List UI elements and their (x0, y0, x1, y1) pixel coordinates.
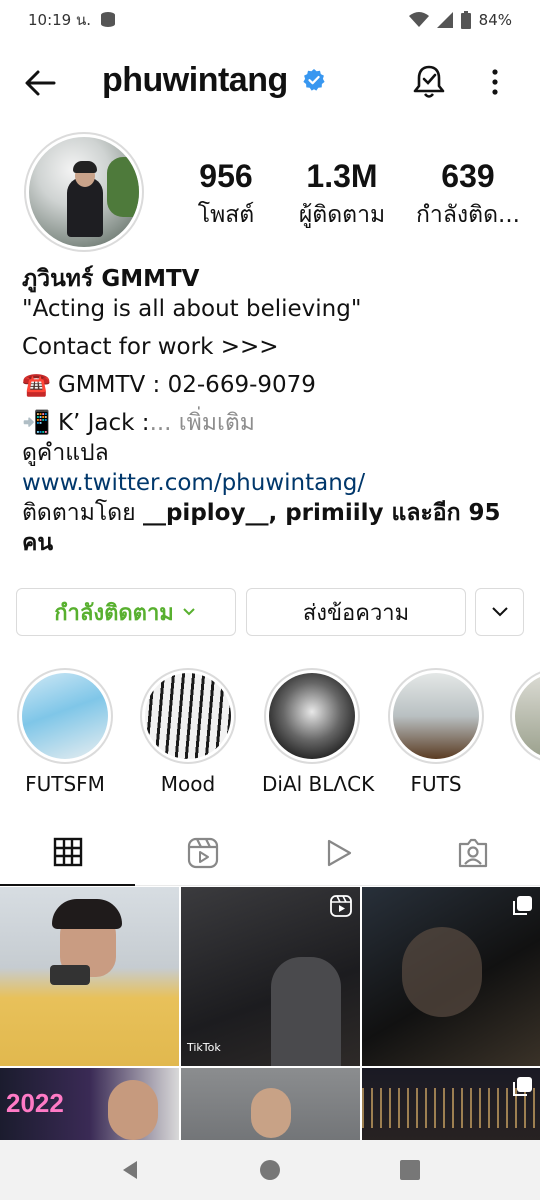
post-thumbnail[interactable] (362, 1068, 540, 1140)
bio-contact: Contact for work >>> (22, 334, 279, 360)
stat-followers-label: ผู้ติดตาม (298, 202, 386, 228)
more-options-icon[interactable] (484, 67, 506, 97)
suggested-accounts-button[interactable] (475, 588, 524, 636)
bio-more-link[interactable]: ... เพิ่มเติม (150, 410, 255, 436)
followed-by-users: __piploy__, primiily (142, 500, 384, 526)
story-highlights: FUTSFM Mood DiAl BLΛCK FUTS (0, 668, 540, 798)
reels-icon (187, 837, 218, 869)
highlight-label: FUTS (410, 772, 462, 796)
profile-avatar[interactable] (24, 132, 144, 252)
carousel-icon (513, 896, 532, 915)
profile-header: phuwintang (0, 55, 540, 111)
reels-icon (330, 895, 352, 917)
highlight-item[interactable]: DiAl BLΛCK (262, 668, 375, 796)
notification-bell-icon[interactable] (412, 63, 446, 101)
message-button[interactable]: ส่งข้อความ (246, 588, 466, 636)
highlight-cover (22, 673, 108, 759)
system-nav-bar (0, 1140, 540, 1200)
back-arrow-icon[interactable] (22, 65, 58, 101)
bio-phone: ☎️ GMMTV : 02-669-9079 (22, 372, 316, 398)
highlight-cover (515, 673, 540, 759)
stat-posts-value: 956 (199, 158, 253, 194)
followed-by[interactable]: ติดตามโดย __piploy__, primiily และอีก 95 (22, 498, 522, 528)
following-button[interactable]: กำลังติดตาม (16, 588, 236, 636)
stat-following-value: 639 (441, 158, 495, 194)
post-thumbnail[interactable]: 2022 (0, 1068, 179, 1140)
stat-following[interactable]: 639 กำลังติด... (410, 158, 526, 233)
bio-jack: 📲 K’ Jack : (22, 410, 150, 436)
highlight-label: DiAl BLΛCK (262, 772, 375, 796)
grid-icon (53, 837, 82, 867)
battery-percent: 84% (478, 11, 512, 29)
post-thumbnail[interactable] (0, 887, 179, 1066)
nav-back-icon[interactable] (119, 1159, 141, 1181)
stat-following-label: กำลังติด... (416, 202, 520, 228)
verified-badge-icon (303, 69, 325, 91)
play-icon (327, 839, 351, 867)
stat-followers-value: 1.3M (306, 158, 378, 194)
highlight-item[interactable] (508, 668, 540, 772)
highlight-label: Mood (160, 772, 216, 796)
followed-by-prefix: ติดตามโดย (22, 500, 143, 526)
status-bar: 10:19 น. 84% (0, 0, 540, 40)
chevron-down-icon (183, 608, 195, 616)
display-name: ภูวินทร์ GMMTV (22, 266, 200, 292)
tab-grid[interactable] (0, 820, 135, 886)
tab-reels[interactable] (135, 820, 270, 886)
highlight-label: FUTSFM (25, 772, 105, 796)
nav-recents-icon[interactable] (399, 1159, 421, 1181)
profile-bio: ภูวินทร์ GMMTV "Acting is all about beli… (22, 264, 522, 558)
tab-videos[interactable] (270, 820, 405, 886)
website-link[interactable]: www.twitter.com/phuwintang/ (22, 468, 522, 498)
stat-posts-label: โพสต์ (197, 202, 255, 228)
post-year-text: 2022 (6, 1088, 64, 1118)
chevron-down-icon (491, 607, 508, 617)
profile-tabs (0, 820, 540, 886)
profile-actions: กำลังติดตาม ส่งข้อความ (16, 588, 524, 636)
profile-stats: 956 โพสต์ 1.3M ผู้ติดตาม 639 กำลังติด... (186, 158, 526, 238)
tab-tagged[interactable] (405, 820, 540, 886)
wifi-icon (408, 12, 429, 27)
battery-icon (460, 11, 471, 29)
highlight-cover (145, 673, 231, 759)
posts-grid: TikTok 2022 (0, 887, 540, 1140)
status-time: 10:19 น. (28, 11, 92, 29)
avatar-image (29, 137, 139, 247)
nav-home-icon[interactable] (259, 1159, 281, 1181)
highlight-item[interactable]: FUTS (386, 668, 486, 796)
translate-link[interactable]: ดูคำแปล (22, 438, 522, 468)
tagged-person-icon (458, 838, 487, 868)
stat-posts[interactable]: 956 โพสต์ (186, 158, 266, 233)
bio-quote: "Acting is all about believing" (22, 296, 362, 322)
storage-icon (101, 12, 116, 27)
tiktok-watermark: TikTok (187, 1041, 221, 1054)
post-thumbnail[interactable] (181, 1068, 360, 1140)
following-label: กำลังติดตาม (54, 600, 174, 626)
highlight-item[interactable]: FUTSFM (15, 668, 115, 796)
username-title: phuwintang (102, 61, 288, 99)
carousel-icon (513, 1077, 532, 1096)
highlight-cover (269, 673, 355, 759)
signal-icon (436, 12, 453, 28)
post-thumbnail[interactable] (362, 887, 540, 1066)
followed-by-suffix: และอีก 95 (383, 500, 501, 526)
highlight-cover (393, 673, 479, 759)
followed-by-tail: คน (22, 530, 54, 556)
post-thumbnail[interactable]: TikTok (181, 887, 360, 1066)
stat-followers[interactable]: 1.3M ผู้ติดตาม (292, 158, 392, 233)
highlight-item[interactable]: Mood (138, 668, 238, 796)
